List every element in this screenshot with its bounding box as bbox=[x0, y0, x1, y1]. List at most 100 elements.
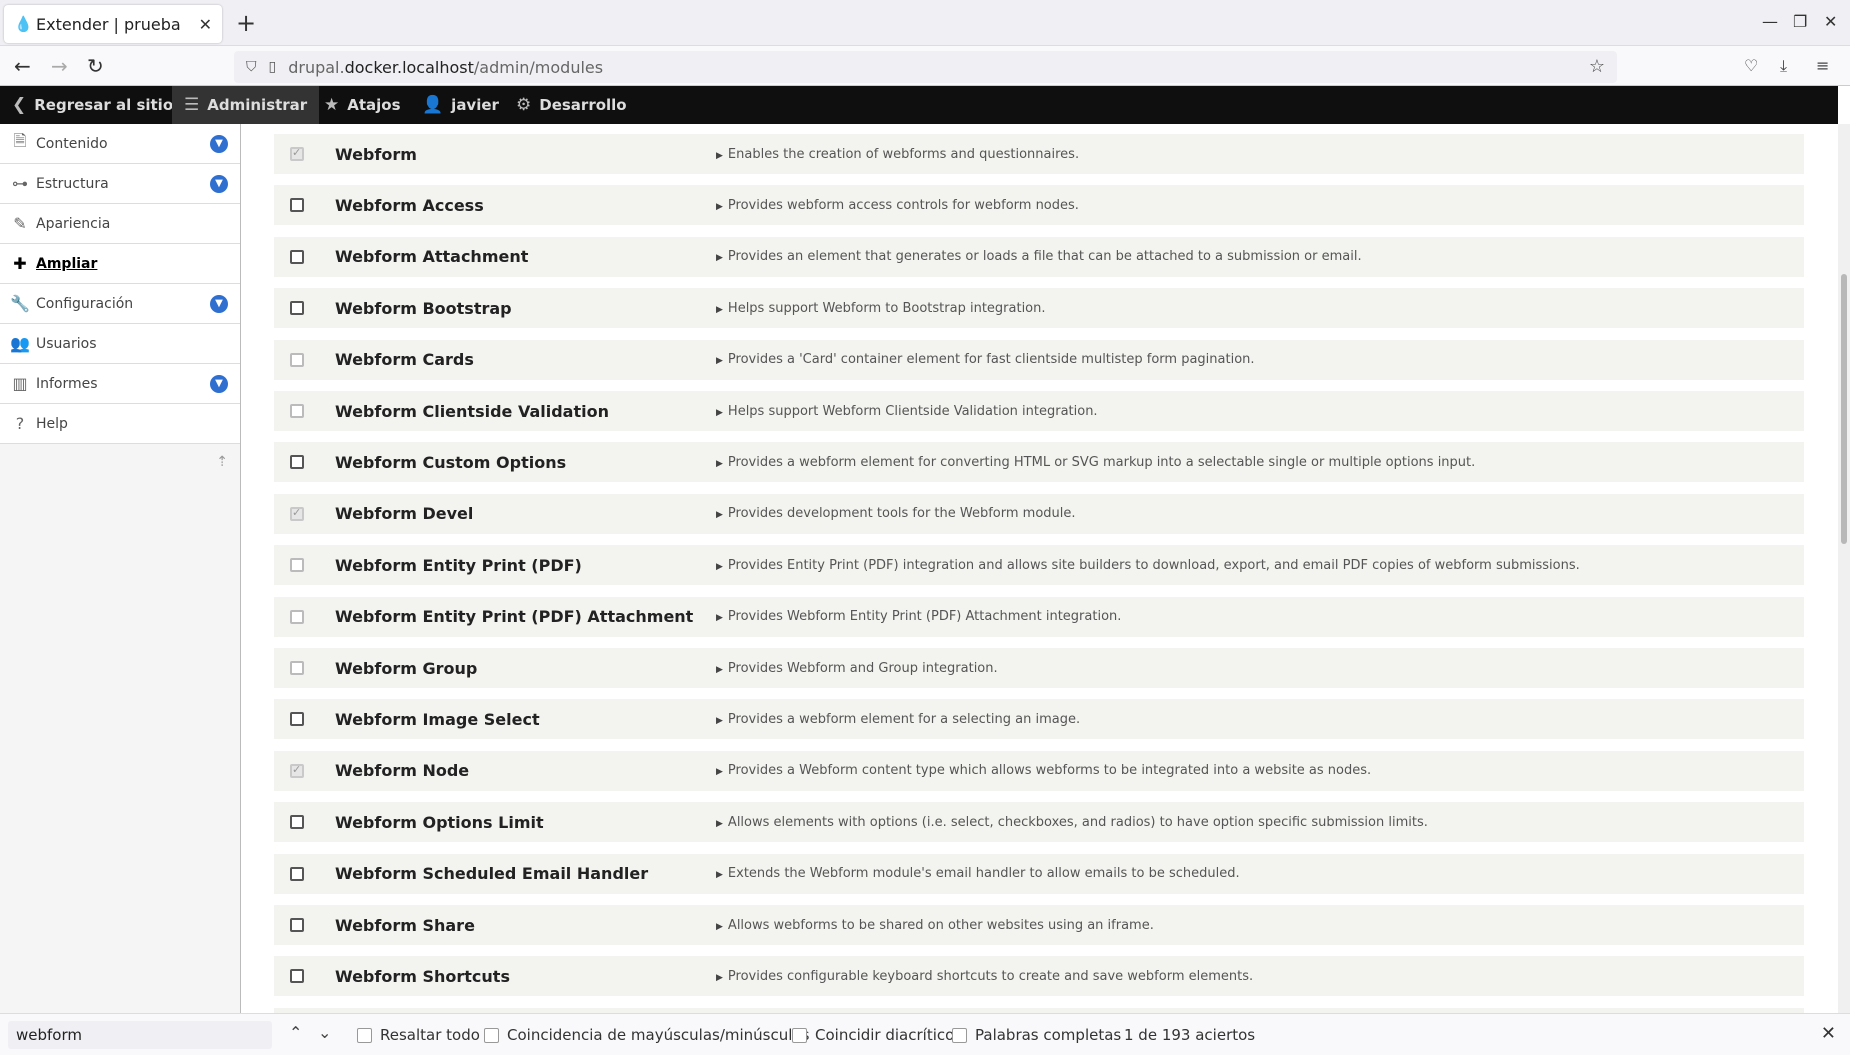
highlight-all-checkbox[interactable] bbox=[357, 1027, 372, 1043]
module-name[interactable]: Webform Bootstrap bbox=[335, 299, 512, 318]
module-description-toggle[interactable]: ▶ Provides Entity Print (PDF) integration… bbox=[716, 558, 1580, 573]
module-description-toggle[interactable]: ▶ Allows webforms to be shared on other w… bbox=[716, 918, 1154, 933]
module-name[interactable]: Webform Devel bbox=[335, 504, 473, 523]
bookmark-star-icon[interactable]: ☆ bbox=[1589, 56, 1605, 77]
module-name[interactable]: Webform Options Limit bbox=[335, 813, 544, 832]
module-checkbox[interactable] bbox=[290, 609, 304, 624]
module-checkbox[interactable] bbox=[290, 404, 304, 418]
module-description-toggle[interactable]: ▶ Allows elements with options (i.e. sele… bbox=[716, 815, 1428, 830]
chevron-down-icon[interactable]: ▼ bbox=[210, 135, 228, 153]
chevron-down-icon[interactable]: ▼ bbox=[210, 375, 228, 393]
sidebar-item-estructura[interactable]: ⊶ Estructura ▼ bbox=[0, 164, 240, 204]
module-checkbox[interactable] bbox=[290, 815, 304, 830]
collapse-sidebar-icon[interactable]: ⇡ bbox=[216, 454, 228, 470]
module-description-toggle[interactable]: ▶ Helps support Webform to Bootstrap inte… bbox=[716, 301, 1046, 316]
sidebar-item-usuarios[interactable]: 👥 Usuarios bbox=[0, 324, 240, 364]
sidebar-item-help[interactable]: ? Help bbox=[0, 404, 240, 444]
module-checkbox[interactable] bbox=[290, 558, 304, 573]
browser-tab[interactable]: 💧 Extender | prueba ✕ bbox=[4, 5, 222, 43]
development-tab[interactable]: ⚙ Desarrollo bbox=[504, 86, 639, 124]
triangle-right-icon: ▶ bbox=[716, 870, 723, 881]
module-name[interactable]: Webform Entity Print (PDF) Attachment bbox=[335, 607, 693, 626]
module-checkbox[interactable] bbox=[290, 866, 304, 881]
chevron-down-icon[interactable]: ▼ bbox=[210, 295, 228, 313]
module-description-toggle[interactable]: ▶ Provides Webform and Group integration. bbox=[716, 661, 998, 676]
match-diacritics-option[interactable]: Coincidir diacríticos bbox=[792, 1026, 962, 1044]
sidebar-item-informes[interactable]: ▥ Informes ▼ bbox=[0, 364, 240, 404]
page-info-icon[interactable]: ▯ bbox=[269, 59, 277, 75]
sidebar-item-configuracion[interactable]: 🔧 Configuración ▼ bbox=[0, 284, 240, 324]
module-name[interactable]: Webform Node bbox=[335, 761, 469, 780]
highlight-all-option[interactable]: Resaltar todo bbox=[357, 1026, 480, 1044]
module-description-toggle[interactable]: ▶ Provides a webform element for converti… bbox=[716, 455, 1475, 470]
sidebar-item-contenido[interactable]: 🗎 Contenido ▼ bbox=[0, 124, 240, 164]
module-checkbox[interactable] bbox=[290, 918, 304, 932]
module-checkbox[interactable] bbox=[290, 352, 304, 367]
module-description-toggle[interactable]: ▶ Provides a webform element for a select… bbox=[716, 712, 1080, 727]
module-description-toggle[interactable]: ▶ Provides a Webform content type which a… bbox=[716, 763, 1371, 778]
module-name[interactable]: Webform Entity Print (PDF) bbox=[335, 556, 582, 575]
module-name[interactable]: Webform Cards bbox=[335, 350, 474, 369]
module-checkbox bbox=[290, 146, 304, 161]
new-tab-button[interactable]: + bbox=[236, 10, 256, 36]
whole-words-option[interactable]: Palabras completas bbox=[952, 1026, 1121, 1044]
module-description-toggle[interactable]: ▶ Provides Webform Entity Print (PDF) Att… bbox=[716, 609, 1121, 624]
module-checkbox[interactable] bbox=[290, 969, 304, 984]
find-next-icon[interactable]: ⌄ bbox=[318, 1023, 331, 1042]
module-checkbox[interactable] bbox=[290, 301, 304, 316]
module-description-toggle[interactable]: ▶ Provides webform access controls for we… bbox=[716, 198, 1079, 213]
minimize-icon[interactable]: — bbox=[1762, 12, 1778, 31]
module-name[interactable]: Webform Clientside Validation bbox=[335, 402, 609, 421]
module-checkbox[interactable] bbox=[290, 455, 304, 470]
shortcuts-tab[interactable]: ★ Atajos bbox=[312, 86, 413, 124]
close-find-bar-icon[interactable]: ✕ bbox=[1821, 1023, 1836, 1044]
find-previous-icon[interactable]: ⌃ bbox=[289, 1023, 302, 1042]
module-name[interactable]: Webform Access bbox=[335, 196, 484, 215]
module-description-toggle[interactable]: ▶ Provides a 'Card' container element for… bbox=[716, 352, 1255, 367]
match-diacritics-checkbox[interactable] bbox=[792, 1027, 807, 1043]
module-description-toggle[interactable]: ▶ Provides an element that generates or l… bbox=[716, 249, 1362, 264]
module-description-toggle[interactable]: ▶ Provides development tools for the Webf… bbox=[716, 506, 1076, 521]
scrollbar-thumb[interactable] bbox=[1841, 274, 1847, 544]
forward-icon[interactable]: → bbox=[51, 54, 68, 78]
match-case-option[interactable]: Coincidencia de mayúsculas/minúsculas bbox=[484, 1026, 809, 1044]
module-checkbox[interactable] bbox=[290, 661, 304, 675]
match-case-checkbox[interactable] bbox=[484, 1027, 499, 1043]
chevron-down-icon[interactable]: ▼ bbox=[210, 175, 228, 193]
close-window-icon[interactable]: ✕ bbox=[1824, 12, 1837, 31]
manage-tab[interactable]: ☰ Administrar bbox=[172, 86, 320, 124]
url-bar[interactable]: ⛉ ▯ drupal. docker.localhost/admin/module… bbox=[234, 51, 1617, 83]
pocket-icon[interactable]: ♡ bbox=[1744, 56, 1758, 75]
module-checkbox[interactable] bbox=[290, 198, 304, 213]
module-description-toggle[interactable]: ▶ Provides configurable keyboard shortcut… bbox=[716, 969, 1253, 984]
module-name[interactable]: Webform Custom Options bbox=[335, 453, 566, 472]
page-scrollbar[interactable] bbox=[1838, 124, 1850, 1013]
module-description-toggle[interactable]: ▶ Enables the creation of webforms and qu… bbox=[716, 147, 1079, 162]
user-tab[interactable]: 👤 javier bbox=[410, 86, 511, 124]
module-name[interactable]: Webform Shortcuts bbox=[335, 967, 510, 986]
module-description-toggle[interactable]: ▶ Helps support Webform Clientside Valida… bbox=[716, 404, 1098, 419]
reload-icon[interactable]: ↻ bbox=[87, 54, 104, 78]
triangle-right-icon: ▶ bbox=[716, 921, 723, 932]
module-name[interactable]: Webform bbox=[335, 145, 417, 164]
module-name[interactable]: Webform Share bbox=[335, 916, 475, 935]
whole-words-checkbox[interactable] bbox=[952, 1027, 967, 1043]
find-input[interactable] bbox=[8, 1021, 272, 1049]
sidebar-item-apariencia[interactable]: ✎ Apariencia bbox=[0, 204, 240, 244]
back-to-site-link[interactable]: ❮ Regresar al sitio bbox=[0, 86, 185, 124]
download-icon[interactable]: ⤓ bbox=[1780, 56, 1787, 76]
shield-icon[interactable]: ⛉ bbox=[246, 59, 257, 75]
module-description-toggle[interactable]: ▶ Extends the Webform module's email hand… bbox=[716, 866, 1240, 881]
back-icon[interactable]: ← bbox=[14, 54, 31, 78]
module-name[interactable]: Webform Attachment bbox=[335, 247, 528, 266]
menu-icon[interactable]: ≡ bbox=[1816, 56, 1829, 75]
tab-close-icon[interactable]: ✕ bbox=[199, 15, 212, 34]
restore-icon[interactable]: ❐ bbox=[1793, 12, 1807, 31]
module-checkbox[interactable] bbox=[290, 249, 304, 264]
module-name[interactable]: Webform Image Select bbox=[335, 710, 540, 729]
module-name[interactable]: Webform Group bbox=[335, 659, 477, 678]
module-checkbox[interactable] bbox=[290, 712, 304, 727]
module-name[interactable]: Webform Scheduled Email Handler bbox=[335, 864, 648, 883]
sidebar-item-ampliar[interactable]: ✚ Ampliar bbox=[0, 244, 240, 284]
triangle-right-icon: ▶ bbox=[716, 561, 723, 572]
